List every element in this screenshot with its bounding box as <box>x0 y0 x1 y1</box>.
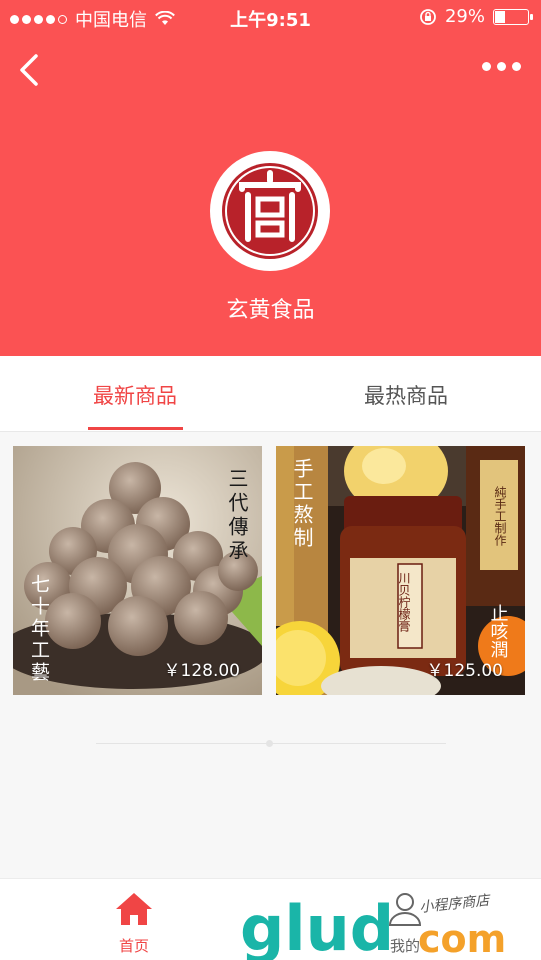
image-caption-right-top: 純手工制作 <box>493 486 507 546</box>
tabbar-mine-label: 我的 <box>389 937 420 955</box>
image-caption-left: 七十年工藝 <box>28 574 50 684</box>
tabbar-mine[interactable]: 我的 <box>345 891 465 956</box>
battery-icon <box>493 8 533 25</box>
tab-newest-products[interactable]: 最新商品 <box>35 380 235 410</box>
shop-name: 玄黄食品 <box>226 298 315 323</box>
image-caption-right: 三代傳承 <box>225 468 249 564</box>
battery-percent: 29% <box>444 6 485 27</box>
status-bar: 中国电信 上午9:51 29% <box>0 0 541 36</box>
status-right: 29% <box>419 6 533 27</box>
product-card-meatballs[interactable]: 三代傳承 七十年工藝 ￥128.00 <box>13 446 262 695</box>
image-caption-right-bottom: 止咳潤 <box>488 604 509 658</box>
product-price: ￥128.00 <box>163 661 240 681</box>
user-icon <box>388 893 422 926</box>
rotation-lock-icon <box>420 8 436 25</box>
shop-header: 中国电信 上午9:51 29% 玄黄食品 <box>0 0 541 356</box>
tabbar-home-label: 首页 <box>118 937 149 955</box>
home-icon <box>116 893 152 925</box>
tab-hottest-products[interactable]: 最热商品 <box>306 380 506 410</box>
bottom-tab-bar: 首页 我的 <box>0 878 541 960</box>
image-caption-left: 手工熬制 <box>290 458 314 550</box>
tabbar-home[interactable]: 首页 <box>74 891 194 956</box>
product-tabs: 最新商品 最热商品 <box>0 356 541 432</box>
back-arrow-icon[interactable] <box>14 52 44 88</box>
list-end-dot <box>266 740 273 747</box>
product-card-lemon-paste[interactable]: 川贝柠檬膏 手工熬制 純手工制作 止咳潤 ￥125.00 <box>276 446 525 695</box>
more-options-button[interactable] <box>482 62 521 71</box>
shop-logo <box>210 151 330 271</box>
product-price: ￥125.00 <box>426 661 503 681</box>
jar-label: 川贝柠檬膏 <box>397 572 411 632</box>
active-tab-indicator <box>88 427 183 430</box>
